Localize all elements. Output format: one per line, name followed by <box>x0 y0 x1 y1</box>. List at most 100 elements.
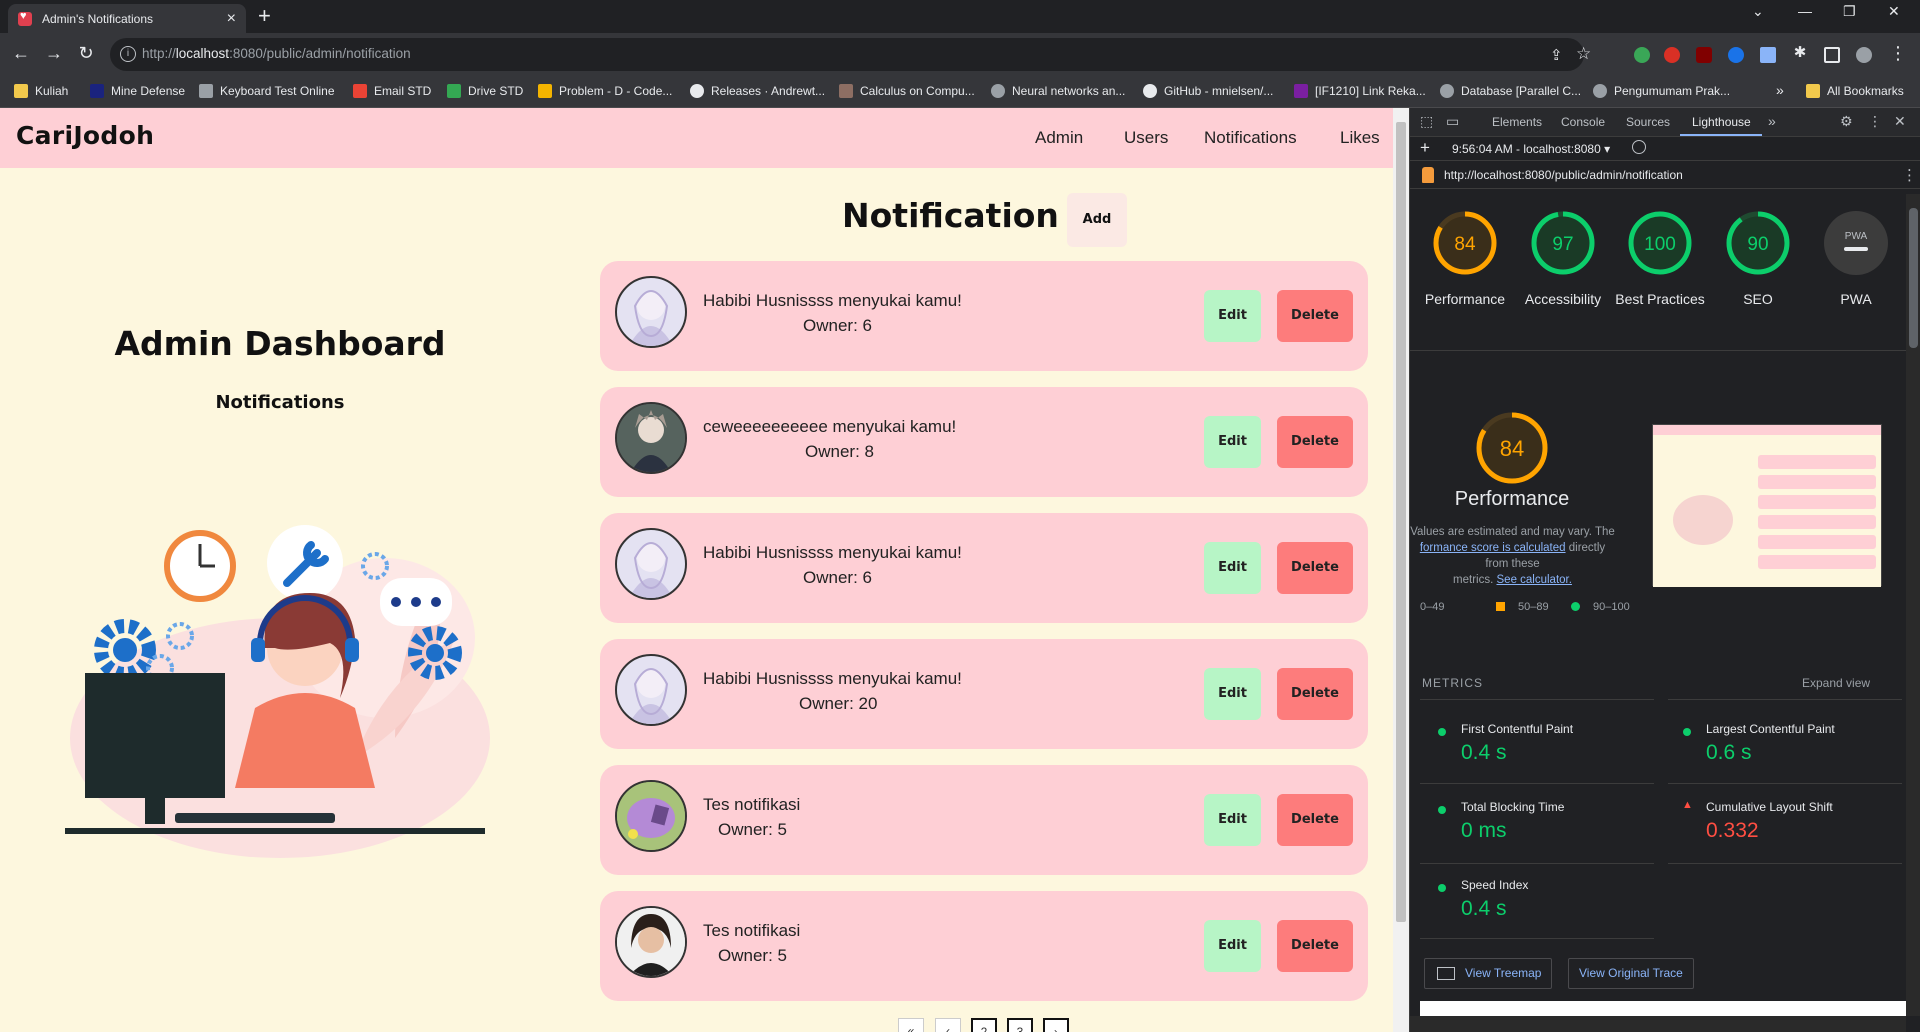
legend-fail: 0–49 <box>1420 601 1445 613</box>
report-url[interactable]: http://localhost:8080/public/admin/notif… <box>1444 168 1683 182</box>
side-panel-icon[interactable] <box>1824 47 1840 63</box>
inspect-element-icon[interactable]: ⬚ <box>1420 113 1433 130</box>
site-info-icon[interactable]: i <box>120 46 136 62</box>
close-tab-icon[interactable]: × <box>227 10 236 27</box>
browser-tab[interactable]: Admin's Notifications × <box>8 4 246 33</box>
profile-avatar[interactable] <box>1856 47 1872 63</box>
restore-icon[interactable]: ❐ <box>1843 3 1856 20</box>
devtools-menu-icon[interactable]: ⋮ <box>1868 113 1882 130</box>
expand-view-toggle[interactable]: Expand view <box>1802 676 1870 690</box>
legend-average-square <box>1496 602 1505 611</box>
nav-link-likes[interactable]: Likes <box>1340 128 1380 148</box>
pass-indicator <box>1683 728 1691 736</box>
delete-button[interactable]: Delete <box>1277 416 1353 468</box>
address-bar[interactable]: i http://localhost:8080/public/admin/not… <box>110 38 1591 71</box>
view-treemap-button[interactable]: View Treemap <box>1424 958 1553 989</box>
report-menu-icon[interactable]: ⋮ <box>1902 166 1917 184</box>
brand-logo[interactable]: CariJodoh <box>16 121 154 150</box>
pagination-page[interactable]: 3 <box>1007 1018 1033 1032</box>
scrollbar-thumb[interactable] <box>1909 208 1918 348</box>
divider <box>1668 863 1902 864</box>
scrollbar-thumb[interactable] <box>1396 122 1406 922</box>
new-tab-icon[interactable]: + <box>258 4 271 28</box>
new-report-icon[interactable]: + <box>1420 138 1430 158</box>
edit-button[interactable]: Edit <box>1204 668 1261 720</box>
active-tab-indicator <box>1680 134 1762 136</box>
edit-button[interactable]: Edit <box>1204 416 1261 468</box>
bookmark-item[interactable]: GitHub - mnielsen/... <box>1143 84 1273 98</box>
pagination-first[interactable]: « <box>898 1018 924 1032</box>
more-tabs-icon[interactable]: » <box>1768 113 1776 129</box>
tab-search-icon[interactable]: ⌄ <box>1752 3 1764 20</box>
score-label-pwa[interactable]: PWA <box>1808 290 1904 309</box>
delete-button[interactable]: Delete <box>1277 794 1353 846</box>
bookmark-item[interactable]: Keyboard Test Online <box>199 84 335 98</box>
bookmark-item[interactable]: Drive STD <box>447 84 523 98</box>
extension-red-icon[interactable] <box>1664 47 1680 63</box>
back-icon[interactable]: ← <box>9 43 33 64</box>
delete-button[interactable]: Delete <box>1277 920 1353 972</box>
bookmark-item[interactable]: Mine Defense <box>90 84 185 98</box>
extensions-puzzle-icon[interactable]: ✱ <box>1788 43 1812 61</box>
bookmark-item[interactable]: Email STD <box>353 84 431 98</box>
view-original-trace-button[interactable]: View Original Trace <box>1568 958 1694 989</box>
score-label-best-practices[interactable]: Best Practices <box>1612 290 1708 309</box>
score-label-accessibility[interactable]: Accessibility <box>1515 290 1611 309</box>
share-icon[interactable]: ⇪ <box>1550 46 1563 64</box>
url-text: http://localhost:8080/public/admin/notif… <box>142 46 411 61</box>
close-devtools-icon[interactable]: ✕ <box>1894 113 1906 130</box>
bookmark-item[interactable]: Releases · Andrewt... <box>690 84 825 98</box>
nav-link-admin[interactable]: Admin <box>1035 128 1083 148</box>
score-label-performance[interactable]: Performance <box>1417 290 1513 309</box>
extension-blue-icon[interactable] <box>1728 47 1744 63</box>
pagination-prev[interactable]: ‹ <box>935 1018 961 1032</box>
see-calculator-link[interactable]: See calculator. <box>1497 574 1572 586</box>
page-scrollbar[interactable] <box>1393 108 1409 1032</box>
notification-owner: Owner: 5 <box>718 946 787 965</box>
bookmark-item[interactable]: Database [Parallel C... <box>1440 84 1581 98</box>
settings-gear-icon[interactable]: ⚙ <box>1840 113 1853 130</box>
bookmark-item[interactable]: Pengumumam Prak... <box>1593 84 1730 98</box>
device-toolbar-icon[interactable]: ▭ <box>1446 113 1459 130</box>
svg-text:84: 84 <box>1454 234 1476 255</box>
horizontal-scrollbar[interactable] <box>1410 1016 1906 1032</box>
all-bookmarks[interactable]: All Bookmarks <box>1806 84 1904 98</box>
tab-elements[interactable]: Elements <box>1492 115 1542 129</box>
edit-button[interactable]: Edit <box>1204 794 1261 846</box>
delete-button[interactable]: Delete <box>1277 668 1353 720</box>
close-window-icon[interactable]: ✕ <box>1888 3 1900 20</box>
delete-button[interactable]: Delete <box>1277 542 1353 594</box>
clear-reports-icon[interactable] <box>1632 140 1646 154</box>
add-notification-button[interactable]: Add <box>1067 193 1127 247</box>
bookmark-item[interactable]: Neural networks an... <box>991 84 1125 98</box>
extension-green-icon[interactable] <box>1634 47 1650 63</box>
edit-button[interactable]: Edit <box>1204 920 1261 972</box>
pagination-page[interactable]: 2 <box>971 1018 997 1032</box>
edit-button[interactable]: Edit <box>1204 290 1261 342</box>
reload-icon[interactable]: ↻ <box>74 43 98 64</box>
score-calc-link[interactable]: formance score is calculated <box>1420 542 1566 554</box>
delete-button[interactable]: Delete <box>1277 290 1353 342</box>
bookmark-item[interactable]: Calculus on Compu... <box>839 84 975 98</box>
nav-link-users[interactable]: Users <box>1124 128 1168 148</box>
menu-kebab-icon[interactable]: ⋮ <box>1886 43 1910 64</box>
ublock-icon[interactable] <box>1696 47 1712 63</box>
more-bookmarks-icon[interactable]: » <box>1776 82 1784 98</box>
nav-link-notifications[interactable]: Notifications <box>1204 128 1297 148</box>
tab-lighthouse[interactable]: Lighthouse <box>1692 115 1751 129</box>
bookmark-star-icon[interactable]: ☆ <box>1576 44 1591 64</box>
tab-sources[interactable]: Sources <box>1626 115 1670 129</box>
bookmark-item[interactable]: [IF1210] Link Reka... <box>1294 84 1426 98</box>
tab-console[interactable]: Console <box>1561 115 1605 129</box>
edit-button[interactable]: Edit <box>1204 542 1261 594</box>
bookmark-item[interactable]: Kuliah <box>14 84 68 98</box>
devtools-scrollbar[interactable] <box>1906 194 1920 1016</box>
folder-icon[interactable] <box>1760 47 1776 63</box>
minimize-icon[interactable]: — <box>1798 3 1812 19</box>
bookmark-item[interactable]: Problem - D - Code... <box>538 84 672 98</box>
notification-message: Habibi Husnissss menyukai kamu! <box>703 291 962 310</box>
forward-icon[interactable]: → <box>42 43 66 64</box>
score-label-seo[interactable]: SEO <box>1710 290 1806 309</box>
report-selector[interactable]: 9:56:04 AM - localhost:8080 ▾ <box>1452 142 1610 156</box>
pagination-next[interactable]: › <box>1043 1018 1069 1032</box>
